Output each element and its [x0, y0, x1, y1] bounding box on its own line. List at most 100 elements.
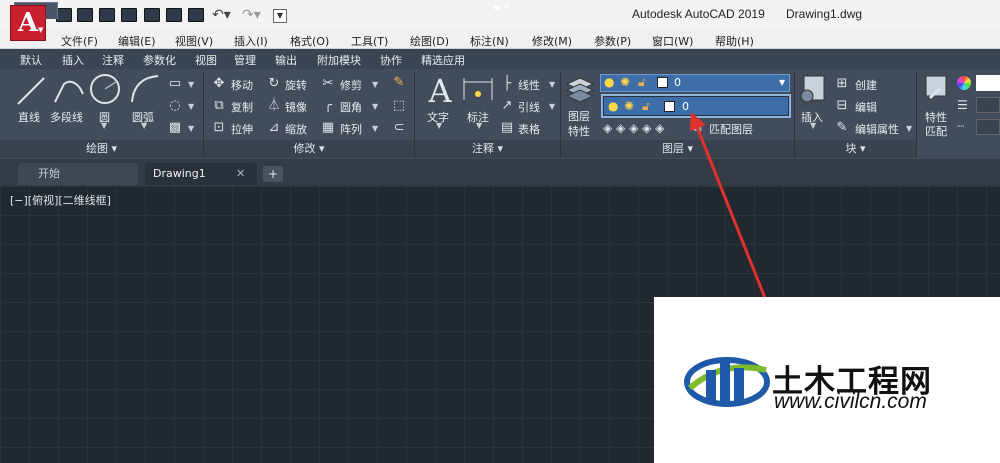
tab-annotate[interactable]: 注释: [102, 52, 124, 68]
table-icon[interactable]: ▤: [500, 121, 514, 135]
print-icon[interactable]: [188, 8, 204, 22]
lineweight-icon[interactable]: ☰: [957, 98, 968, 112]
redo-icon[interactable]: ↷▾: [242, 7, 261, 23]
edit-attributes-icon[interactable]: ✎: [835, 121, 849, 135]
scale-icon[interactable]: ⊿: [267, 121, 281, 135]
erase-icon[interactable]: ✎: [392, 76, 406, 90]
trim-label[interactable]: 修剪: [340, 77, 362, 93]
layer-item-on-icon[interactable]: ●: [608, 99, 618, 113]
tab-parametric[interactable]: 参数化: [143, 52, 176, 68]
copy-label[interactable]: 复制: [231, 99, 253, 115]
line-tool-label[interactable]: 直线: [18, 109, 40, 125]
leader-label[interactable]: 引线: [518, 99, 540, 115]
open-icon[interactable]: [77, 8, 93, 22]
tab-start[interactable]: 开始: [18, 163, 138, 185]
tab-manage[interactable]: 管理: [234, 52, 256, 68]
tab-featured-apps[interactable]: 精选应用: [421, 52, 465, 68]
trim-icon[interactable]: ✂: [321, 77, 335, 91]
edit-attributes-label[interactable]: 编辑属性: [855, 121, 899, 137]
linear-dropdown-icon[interactable]: ▼: [549, 80, 555, 89]
linetype-select[interactable]: [976, 119, 1000, 135]
match-properties-icon[interactable]: [922, 74, 952, 104]
tab-collaborate[interactable]: 协作: [380, 52, 402, 68]
menu-insert[interactable]: 插入(I): [234, 33, 268, 49]
tab-insert[interactable]: 插入: [62, 52, 84, 68]
tab-view[interactable]: 视图: [195, 52, 217, 68]
layer-dropdown-arrow-icon[interactable]: ▼: [779, 78, 785, 87]
menu-window[interactable]: 窗口(W): [652, 33, 693, 49]
rotate-label[interactable]: 旋转: [285, 77, 307, 93]
create-block-icon[interactable]: ⊞: [835, 77, 849, 91]
save-as-icon[interactable]: [121, 8, 137, 22]
insert-block-icon[interactable]: [798, 74, 828, 104]
arc-dropdown-icon[interactable]: ▼: [141, 121, 147, 130]
arc-tool-icon[interactable]: [128, 72, 162, 106]
linetype-icon[interactable]: ┈: [957, 119, 964, 133]
qat-customize-icon[interactable]: ▼: [273, 9, 287, 23]
save-icon[interactable]: [99, 8, 115, 22]
explode-icon[interactable]: ⬚: [392, 99, 406, 113]
menu-tools[interactable]: 工具(T): [351, 33, 388, 49]
menu-format[interactable]: 格式(O): [290, 33, 329, 49]
match-properties-label-2[interactable]: 匹配: [925, 123, 947, 139]
hatch-tool-icon[interactable]: ◌: [168, 99, 182, 113]
color-select[interactable]: [976, 75, 1000, 91]
fillet-dropdown-icon[interactable]: ▼: [372, 102, 378, 111]
fillet-label[interactable]: 圆角: [340, 99, 362, 115]
linear-dim-icon[interactable]: ├: [500, 77, 514, 91]
circle-dropdown-icon[interactable]: ▼: [101, 121, 107, 130]
export-icon[interactable]: [166, 8, 182, 22]
mirror-icon[interactable]: ⏃: [267, 99, 281, 113]
table-label[interactable]: 表格: [518, 121, 540, 137]
dimension-tool-icon[interactable]: [461, 74, 495, 104]
offset-icon[interactable]: ⊂: [392, 121, 406, 135]
layer-properties-icon[interactable]: [565, 74, 595, 102]
block-panel-footer[interactable]: 块 ▾: [795, 140, 916, 158]
layer-tools-icons[interactable]: ◈ ◈ ◈ ◈ ◈: [603, 121, 664, 135]
ribbon-options-icon[interactable]: ▬ ▾: [493, 3, 519, 15]
circle-tool-icon[interactable]: [88, 72, 122, 106]
rotate-icon[interactable]: ↻: [267, 77, 281, 91]
new-icon[interactable]: [56, 8, 72, 22]
rectangle-dropdown-icon[interactable]: ▼: [188, 80, 194, 89]
modify-panel-footer[interactable]: 修改 ▾: [204, 140, 414, 158]
menu-draw[interactable]: 绘图(D): [410, 33, 449, 49]
menu-dimension[interactable]: 标注(N): [470, 33, 509, 49]
menu-parametric[interactable]: 参数(P): [594, 33, 631, 49]
menu-view[interactable]: 视图(V): [175, 33, 213, 49]
menu-help[interactable]: 帮助(H): [715, 33, 754, 49]
autocad-logo-icon[interactable]: A: [10, 5, 46, 41]
layer-item-color-swatch[interactable]: [664, 101, 675, 112]
text-dropdown-icon[interactable]: ▼: [436, 121, 442, 130]
create-block-label[interactable]: 创建: [855, 77, 877, 93]
move-label[interactable]: 移动: [231, 77, 253, 93]
array-label[interactable]: 阵列: [340, 121, 362, 137]
match-layer-label[interactable]: 匹配图层: [709, 121, 753, 137]
line-tool-icon[interactable]: [14, 74, 48, 108]
annotation-panel-footer[interactable]: 注释 ▾: [415, 140, 560, 158]
menu-file[interactable]: 文件(F): [61, 33, 98, 49]
stretch-icon[interactable]: ⊡: [212, 121, 226, 135]
rectangle-tool-icon[interactable]: ▭: [168, 77, 182, 91]
move-icon[interactable]: ✥: [212, 77, 226, 91]
edit-attributes-dropdown-icon[interactable]: ▼: [906, 124, 912, 133]
app-menu-arrow-icon[interactable]: ▼: [38, 26, 46, 34]
trim-dropdown-icon[interactable]: ▼: [372, 80, 378, 89]
undo-icon[interactable]: ↶▾: [212, 7, 231, 23]
boundary-dropdown-icon[interactable]: ▼: [188, 124, 194, 133]
polyline-tool-label[interactable]: 多段线: [50, 109, 83, 125]
match-layer-icon[interactable]: ⧉: [690, 121, 704, 135]
layers-panel-footer[interactable]: 图层 ▾: [561, 140, 794, 158]
add-tab-icon[interactable]: +: [263, 166, 283, 182]
layer-properties-label-2[interactable]: 特性: [568, 123, 590, 139]
viewport-controls[interactable]: [−][俯视][二维线框]: [10, 192, 111, 208]
boundary-tool-icon[interactable]: ▩: [168, 121, 182, 135]
draw-panel-footer[interactable]: 绘图 ▾: [0, 140, 203, 158]
leader-icon[interactable]: ↗: [500, 99, 514, 113]
layer-properties-label-1[interactable]: 图层: [568, 108, 590, 124]
leader-dropdown-icon[interactable]: ▼: [549, 102, 555, 111]
close-icon[interactable]: ✕: [236, 167, 245, 180]
hatch-dropdown-icon[interactable]: ▼: [188, 102, 194, 111]
import-icon[interactable]: [144, 8, 160, 22]
scale-label[interactable]: 缩放: [285, 121, 307, 137]
